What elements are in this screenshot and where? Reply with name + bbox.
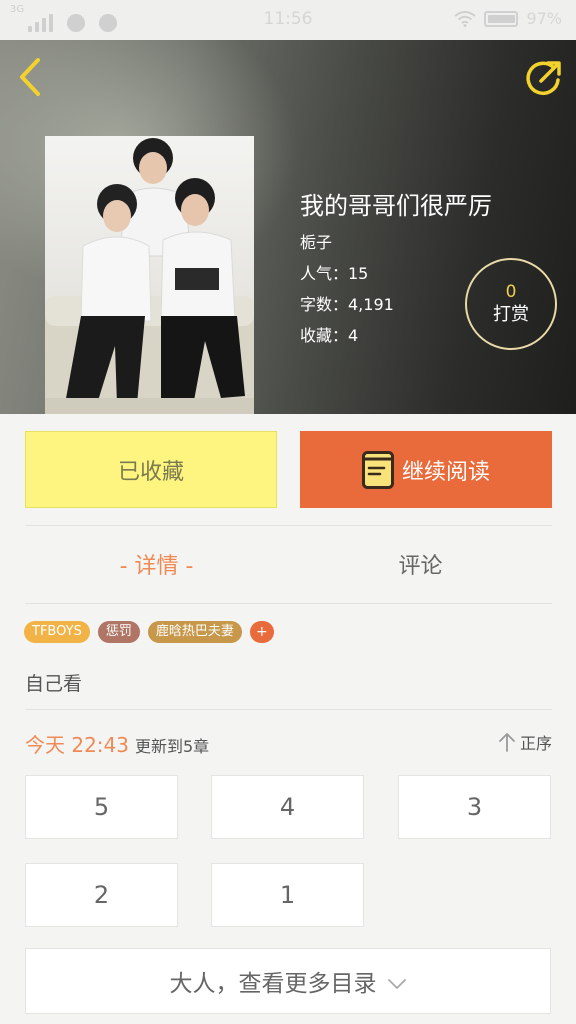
tag-item[interactable]: 惩罚	[97, 621, 140, 643]
chapter-number: 5	[93, 793, 110, 821]
word-count-stat: 字数：4,191	[300, 295, 394, 314]
sort-order-label: 正序	[519, 734, 552, 753]
update-text: 更新到5章	[135, 737, 210, 756]
divider	[25, 709, 552, 710]
tag-item[interactable]: 鹿晗热巴夫妻	[147, 621, 242, 643]
chapter-number: 3	[466, 793, 483, 821]
more-chapters-button[interactable]: 大人，查看更多目录	[25, 948, 551, 1014]
update-info: 今天 22:43 更新到5章	[25, 729, 209, 758]
more-chapters-label: 大人，查看更多目录	[169, 971, 377, 997]
tip-count: 0	[505, 282, 517, 302]
arrow-up-icon	[499, 733, 515, 752]
tip-label: 打赏	[493, 304, 529, 325]
book-header: 我的哥哥们很严厉 栀子 人气：15 字数：4,191 收藏：4 0 打赏	[0, 40, 576, 414]
chapter-number: 2	[93, 881, 110, 909]
divider	[25, 525, 552, 526]
add-tag-button[interactable]: +	[249, 621, 274, 643]
status-bar: 3G 11:56 97%	[0, 0, 576, 40]
battery-percent: 97%	[526, 9, 562, 28]
book-icon	[361, 450, 394, 489]
favorite-button[interactable]: 已收藏	[25, 431, 277, 508]
popularity-stat: 人气：15	[300, 264, 369, 283]
book-author[interactable]: 栀子	[300, 229, 332, 253]
cover-photo	[45, 138, 254, 414]
chevron-down-icon	[387, 979, 406, 989]
favorites-stat: 收藏：4	[300, 326, 359, 345]
chapter-number: 1	[279, 881, 296, 909]
tab-comments[interactable]: 评论	[289, 548, 552, 580]
chevron-left-icon[interactable]	[14, 56, 46, 98]
book-title: 我的哥哥们很严厉	[300, 192, 492, 220]
sort-order-button[interactable]: 正序	[498, 730, 552, 754]
continue-reading-label: 继续阅读	[401, 459, 490, 485]
tag-item[interactable]: TFBOYS	[24, 621, 90, 643]
battery-icon	[484, 10, 519, 27]
continue-reading-button[interactable]: 继续阅读	[300, 431, 552, 508]
chapter-number: 4	[279, 793, 296, 821]
chapter-item[interactable]: 2	[25, 863, 178, 927]
chapter-item[interactable]: 1	[211, 863, 364, 927]
book-description: 自己看	[25, 673, 83, 695]
divider	[25, 603, 552, 604]
wifi-icon	[454, 10, 477, 27]
favorite-button-label: 已收藏	[117, 459, 184, 485]
update-time: 今天 22:43	[25, 733, 129, 757]
book-cover-image[interactable]	[45, 136, 254, 414]
tab-details[interactable]: - 详情 -	[25, 548, 288, 580]
chapter-item[interactable]: 3	[398, 775, 551, 839]
tag-list: TFBOYS 惩罚 鹿晗热巴夫妻 +	[24, 621, 274, 643]
status-right: 97%	[454, 9, 562, 28]
chapter-item[interactable]: 4	[211, 775, 364, 839]
chapter-item[interactable]: 5	[25, 775, 178, 839]
tip-button[interactable]: 0 打赏	[465, 258, 557, 350]
share-arrow-icon[interactable]	[524, 58, 564, 98]
